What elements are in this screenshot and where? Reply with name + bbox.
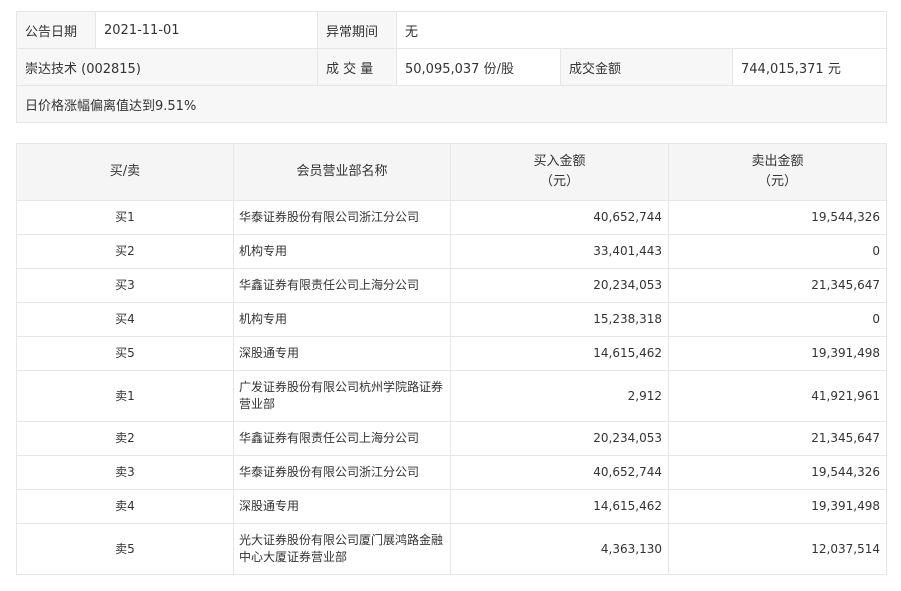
row-sell-amount: 0 [668, 234, 887, 269]
period-label: 异常期间 [317, 11, 397, 49]
row-member: 华鑫证券有限责任公司上海分公司 [233, 268, 451, 303]
header-buy-amount: 买入金额 （元） [450, 143, 669, 201]
table-row: 卖4 深股通专用 14,615,462 19,391,498 [16, 489, 887, 524]
period-value: 无 [395, 11, 888, 49]
volume-value: 50,095,037 份/股 [396, 48, 561, 86]
row-member: 机构专用 [233, 234, 451, 269]
table-row: 卖3 华泰证券股份有限公司浙江分公司 40,652,744 19,544,326 [16, 455, 887, 490]
row-member: 广发证券股份有限公司杭州学院路证券营业部 [233, 370, 451, 422]
row-member: 光大证券股份有限公司厦门展鸿路金融中心大厦证券营业部 [233, 523, 451, 575]
table-row: 卖1 广发证券股份有限公司杭州学院路证券营业部 2,912 41,921,961 [16, 370, 887, 422]
row-side: 卖4 [16, 489, 234, 524]
row-buy-amount: 14,615,462 [450, 336, 669, 371]
row-side: 买1 [16, 200, 234, 235]
header-sell-line1: 卖出金额 [751, 154, 804, 169]
row-buy-amount: 40,652,744 [450, 200, 669, 235]
abnormal-reason: 日价格涨幅偏离值达到9.51% [15, 85, 888, 123]
info-row-date: 公告日期 2021-11-01 异常期间 无 [16, 11, 888, 49]
table-row: 买1 华泰证券股份有限公司浙江分公司 40,652,744 19,544,326 [16, 200, 887, 235]
row-buy-amount: 20,234,053 [450, 421, 669, 456]
row-side: 卖5 [16, 523, 234, 575]
row-side: 买2 [16, 234, 234, 269]
row-buy-amount: 4,363,130 [450, 523, 669, 575]
table-row: 卖2 华鑫证券有限责任公司上海分公司 20,234,053 21,345,647 [16, 421, 887, 456]
row-member: 华泰证券股份有限公司浙江分公司 [233, 200, 451, 235]
row-side: 买4 [16, 302, 234, 337]
row-buy-amount: 40,652,744 [450, 455, 669, 490]
row-side: 卖3 [16, 455, 234, 490]
row-buy-amount: 33,401,443 [450, 234, 669, 269]
row-sell-amount: 21,345,647 [668, 421, 887, 456]
volume-label: 成 交 量 [317, 48, 397, 86]
table-header-row: 买/卖 会员营业部名称 买入金额 （元） 卖出金额 （元） [16, 143, 887, 201]
row-sell-amount: 0 [668, 302, 887, 337]
announcement-info-table: 公告日期 2021-11-01 异常期间 无 崇达技术 (002815) 成 交… [15, 11, 888, 123]
row-side: 买5 [16, 336, 234, 371]
table-row: 买4 机构专用 15,238,318 0 [16, 302, 887, 337]
info-row-volume: 崇达技术 (002815) 成 交 量 50,095,037 份/股 成交金额 … [16, 48, 888, 86]
date-value: 2021-11-01 [95, 11, 318, 49]
row-sell-amount: 19,544,326 [668, 200, 887, 235]
amount-label: 成交金额 [560, 48, 733, 86]
row-buy-amount: 2,912 [450, 370, 669, 422]
amount-value: 744,015,371 元 [731, 48, 888, 86]
row-sell-amount: 12,037,514 [668, 523, 887, 575]
row-side: 卖2 [16, 421, 234, 456]
row-sell-amount: 19,391,498 [668, 336, 887, 371]
header-sell-amount: 卖出金额 （元） [668, 143, 887, 201]
info-row-reason: 日价格涨幅偏离值达到9.51% [15, 85, 888, 123]
table-row: 买3 华鑫证券有限责任公司上海分公司 20,234,053 21,345,647 [16, 268, 887, 303]
header-member: 会员营业部名称 [233, 143, 451, 201]
row-member: 深股通专用 [233, 336, 451, 371]
row-buy-amount: 15,238,318 [450, 302, 669, 337]
row-member: 华泰证券股份有限公司浙江分公司 [233, 455, 451, 490]
row-side: 买3 [16, 268, 234, 303]
trading-detail-table: 买/卖 会员营业部名称 买入金额 （元） 卖出金额 （元） 买1 华泰证券股份有… [16, 143, 887, 575]
header-buy-line1: 买入金额 [533, 154, 586, 169]
row-sell-amount: 19,544,326 [668, 455, 887, 490]
row-member: 机构专用 [233, 302, 451, 337]
header-sell-line2: （元） [757, 174, 797, 189]
row-side: 卖1 [16, 370, 234, 422]
header-buy-line2: （元） [539, 174, 579, 189]
row-member: 深股通专用 [233, 489, 451, 524]
row-buy-amount: 20,234,053 [450, 268, 669, 303]
stock-name: 崇达技术 (002815) [16, 48, 318, 86]
row-sell-amount: 19,391,498 [668, 489, 887, 524]
row-buy-amount: 14,615,462 [450, 489, 669, 524]
row-member: 华鑫证券有限责任公司上海分公司 [233, 421, 451, 456]
date-label: 公告日期 [16, 11, 96, 49]
header-side: 买/卖 [16, 143, 234, 201]
row-sell-amount: 41,921,961 [668, 370, 887, 422]
table-row: 买2 机构专用 33,401,443 0 [16, 234, 887, 269]
row-sell-amount: 21,345,647 [668, 268, 887, 303]
table-row: 卖5 光大证券股份有限公司厦门展鸿路金融中心大厦证券营业部 4,363,130 … [16, 523, 887, 575]
table-row: 买5 深股通专用 14,615,462 19,391,498 [16, 336, 887, 371]
